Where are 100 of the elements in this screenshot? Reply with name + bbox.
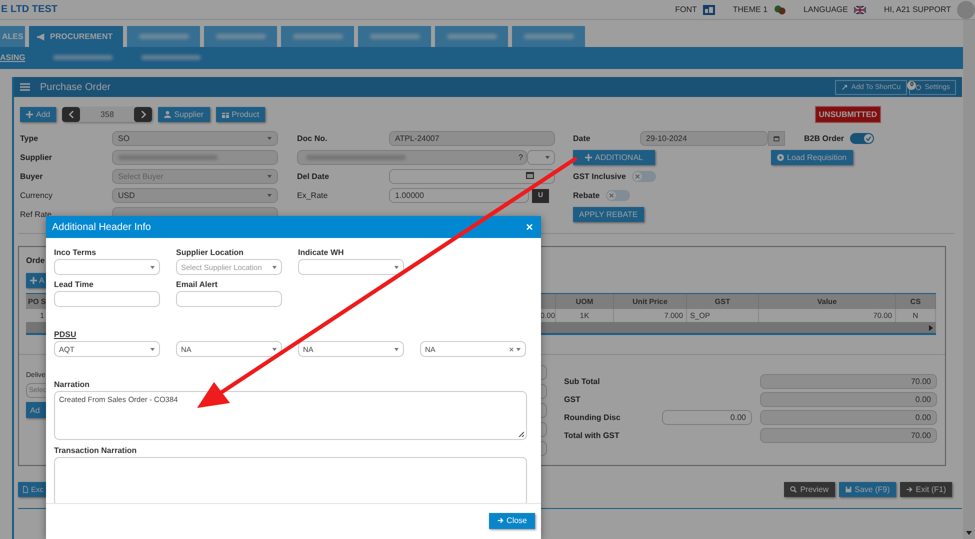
select-field[interactable] bbox=[527, 150, 555, 165]
field-label: B2B Order bbox=[804, 134, 844, 143]
chevron-right-icon bbox=[140, 110, 147, 118]
plus-icon bbox=[30, 277, 37, 284]
caret-icon bbox=[272, 266, 277, 268]
module-tab[interactable] bbox=[281, 26, 354, 47]
module-tab[interactable] bbox=[204, 26, 277, 47]
toggle-switch[interactable] bbox=[850, 133, 874, 144]
resize-grip-icon[interactable] bbox=[518, 431, 524, 437]
settings-icon bbox=[914, 84, 922, 90]
megaphone-icon bbox=[37, 32, 46, 40]
submenu-item[interactable]: ASING bbox=[0, 51, 26, 65]
module-tab[interactable]: ALES bbox=[0, 26, 25, 47]
chevron-left-icon bbox=[68, 110, 75, 118]
toggle-switch[interactable] bbox=[632, 171, 656, 182]
load-requisition-button[interactable]: Load Requisition bbox=[771, 150, 853, 165]
module-tab[interactable] bbox=[127, 26, 200, 47]
exit-icon bbox=[496, 517, 504, 524]
field-label: Ex_Rate bbox=[297, 191, 329, 200]
person-icon bbox=[164, 110, 172, 118]
question-mark: ? bbox=[518, 153, 523, 162]
check-icon bbox=[864, 134, 874, 143]
total-value-field: 70.00 bbox=[760, 428, 937, 443]
additional-button[interactable]: ADDITIONAL bbox=[573, 150, 655, 165]
scroll-right-icon[interactable] bbox=[929, 324, 933, 330]
select-field[interactable] bbox=[112, 150, 278, 165]
caret-icon bbox=[267, 194, 272, 197]
module-tab[interactable] bbox=[358, 26, 431, 47]
supplier-button[interactable]: Supplier bbox=[158, 106, 210, 122]
scroll-down-icon[interactable] bbox=[966, 531, 972, 535]
input-field[interactable]: 0.00 bbox=[662, 410, 752, 425]
field-label: Inco Terms bbox=[54, 248, 98, 257]
field-label: Buyer bbox=[20, 172, 44, 181]
caret-icon bbox=[516, 348, 521, 350]
exit-icon bbox=[906, 486, 913, 492]
input-field[interactable]: ATPL-24007 bbox=[389, 131, 555, 146]
company-name: E LTD TEST bbox=[1, 4, 58, 15]
field-label: Del Date bbox=[297, 172, 330, 181]
user-greeting[interactable]: HI, A21 SUPPORT bbox=[884, 5, 951, 14]
select-field[interactable] bbox=[54, 259, 160, 275]
vertical-scrollbar[interactable] bbox=[963, 20, 975, 539]
input-field[interactable]: 1.00000 bbox=[389, 188, 529, 203]
caret-icon bbox=[272, 348, 277, 350]
avatar[interactable] bbox=[957, 0, 975, 18]
input-field[interactable] bbox=[297, 150, 527, 165]
status-badge: UNSUBMITTED bbox=[814, 106, 881, 122]
caret-icon bbox=[267, 175, 272, 178]
theme-label: THEME 1 bbox=[732, 5, 768, 14]
section-heading: PDSU bbox=[54, 330, 78, 339]
font-size-icon[interactable] bbox=[702, 4, 715, 14]
cross-icon bbox=[632, 172, 642, 181]
calendar-icon[interactable] bbox=[526, 172, 534, 179]
field-label: Rebate bbox=[573, 191, 600, 200]
previous-button[interactable] bbox=[62, 106, 80, 122]
total-value-field: 0.00 bbox=[760, 410, 937, 425]
flag-icon[interactable] bbox=[854, 4, 866, 14]
field-label: Supplier bbox=[20, 153, 54, 162]
calendar-button[interactable] bbox=[768, 131, 785, 146]
select-field[interactable]: USD bbox=[112, 188, 278, 203]
field-label: Indicate WH bbox=[298, 248, 345, 257]
product-button[interactable]: Product bbox=[216, 106, 266, 122]
add-button[interactable]: Add bbox=[20, 106, 56, 122]
cross-icon bbox=[606, 191, 616, 200]
caret-icon bbox=[545, 156, 550, 159]
next-button[interactable] bbox=[134, 106, 152, 122]
field-label: Supplier Location bbox=[176, 248, 245, 257]
date-field[interactable] bbox=[389, 169, 555, 184]
search-icon bbox=[790, 486, 798, 492]
total-label: GST bbox=[564, 395, 582, 404]
input-field[interactable] bbox=[54, 291, 160, 307]
module-tab[interactable] bbox=[512, 26, 585, 47]
field-label: Narration bbox=[54, 380, 91, 389]
total-label: Total with GST bbox=[564, 431, 620, 440]
total-value-field: 0.00 bbox=[760, 392, 937, 407]
clear-icon[interactable] bbox=[509, 346, 514, 352]
total-value-field: 70.00 bbox=[760, 374, 937, 389]
input-field[interactable] bbox=[176, 291, 282, 307]
palette-icon[interactable] bbox=[774, 4, 786, 14]
toggle-switch[interactable] bbox=[606, 190, 630, 201]
field-label: Currency bbox=[20, 191, 54, 200]
dialog-title: Additional Header Info bbox=[52, 222, 151, 232]
menu-icon[interactable] bbox=[20, 83, 30, 91]
select-field[interactable] bbox=[298, 259, 404, 275]
play-icon bbox=[777, 154, 784, 161]
preview-button[interactable]: Preview bbox=[784, 482, 835, 496]
caret-icon bbox=[267, 137, 272, 140]
close-button[interactable]: Close bbox=[488, 512, 535, 528]
exit-button[interactable]: Exit (F1) bbox=[900, 482, 952, 496]
close-button[interactable]: × bbox=[524, 220, 535, 234]
transaction-narration-textarea[interactable] bbox=[54, 457, 527, 503]
total-label: Sub Total bbox=[564, 377, 601, 386]
save-button[interactable]: Save (F9) bbox=[838, 482, 896, 496]
field-label: Type bbox=[20, 134, 40, 143]
plus-icon bbox=[584, 154, 592, 161]
module-tab[interactable]: PROCUREMENT bbox=[29, 26, 123, 47]
module-tab[interactable] bbox=[435, 26, 508, 47]
select-field[interactable]: SO bbox=[112, 131, 278, 146]
apply-rebate-button[interactable]: APPLY REBATE bbox=[573, 207, 644, 222]
date-field[interactable]: 29-10-2024 bbox=[640, 131, 768, 146]
language-label: LANGUAGE bbox=[804, 5, 848, 14]
